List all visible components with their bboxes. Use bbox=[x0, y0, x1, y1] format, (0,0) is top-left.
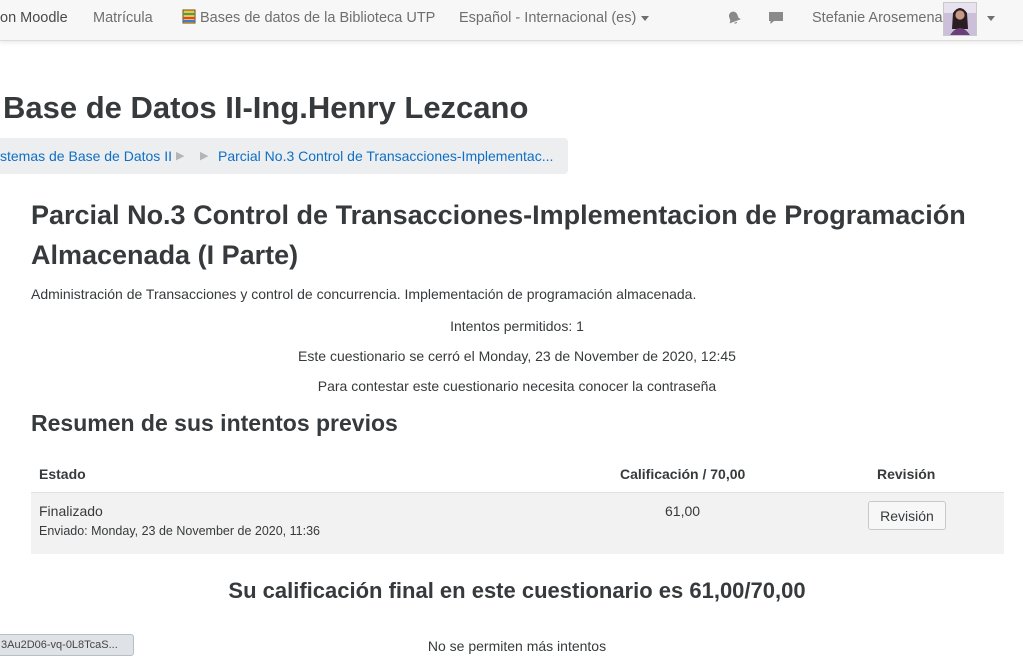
attempts-allowed: Intentos permitidos: 1 bbox=[450, 318, 584, 334]
attempt-submitted-date: Enviado: Monday, 23 de November de 2020,… bbox=[39, 524, 320, 538]
column-header-grade: Calificación / 70,00 bbox=[620, 466, 746, 482]
attempts-summary-heading: Resumen de sus intentos previos bbox=[31, 410, 398, 436]
bell-icon[interactable] bbox=[726, 10, 742, 26]
review-button[interactable]: Revisión bbox=[868, 501, 946, 530]
user-name[interactable]: Stefanie Arosemena bbox=[812, 0, 943, 36]
nav-library-databases-link[interactable]: Bases de datos de la Biblioteca UTP bbox=[182, 0, 435, 36]
breadcrumb-item-quiz[interactable]: Parcial No.3 Control de Transacciones-Im… bbox=[218, 138, 553, 174]
column-header-review: Revisión bbox=[877, 466, 936, 482]
user-menu-chevron-icon[interactable] bbox=[987, 16, 995, 21]
final-grade: Su calificación final en este cuestionar… bbox=[228, 578, 806, 603]
status-bar-url: 3Au2D06-vq-0L8TcaS... bbox=[0, 634, 134, 656]
nav-matricula-link[interactable]: Matrícula bbox=[93, 0, 153, 36]
chevron-down-icon bbox=[641, 15, 650, 21]
quiz-closed-notice: Este cuestionario se cerró el Monday, 23… bbox=[298, 348, 736, 364]
messages-icon[interactable] bbox=[768, 10, 784, 26]
breadcrumb-item-course[interactable]: stemas de Base de Datos II bbox=[0, 138, 172, 174]
no-more-attempts-notice: No se permiten más intentos bbox=[427, 638, 607, 654]
attempt-state: Finalizado bbox=[39, 503, 103, 519]
nav-library-databases-label: Bases de datos de la Biblioteca UTP bbox=[200, 10, 436, 26]
attempts-table: Estado Calificación / 70,00 Revisión Fin… bbox=[31, 458, 1004, 554]
quiz-description: Administración de Transacciones y contro… bbox=[31, 286, 697, 302]
quiz-title: Parcial No.3 Control de Transacciones-Im… bbox=[31, 200, 966, 270]
table-row: Finalizado Enviado: Monday, 23 de Novemb… bbox=[31, 493, 1004, 554]
language-menu[interactable]: Español - Internacional (es) bbox=[459, 0, 650, 36]
language-menu-label: Español - Internacional (es) bbox=[459, 10, 637, 26]
book-icon bbox=[182, 9, 196, 24]
column-header-state: Estado bbox=[39, 466, 86, 482]
breadcrumb: stemas de Base de Datos II ▶ ▶ Parcial N… bbox=[0, 138, 568, 174]
breadcrumb-separator-icon: ▶ bbox=[176, 150, 185, 162]
password-required-notice: Para contestar este cuestionario necesit… bbox=[317, 378, 717, 394]
page-title: Base de Datos II-Ing.Henry Lezcano bbox=[3, 90, 529, 125]
breadcrumb-separator-icon: ▶ bbox=[200, 150, 209, 162]
avatar[interactable] bbox=[943, 2, 977, 36]
top-navbar: on Moodle Matrícula Bases de datos de la… bbox=[0, 0, 1023, 41]
attempt-grade: 61,00 bbox=[665, 503, 701, 519]
nav-moodle-link[interactable]: on Moodle bbox=[0, 0, 68, 36]
